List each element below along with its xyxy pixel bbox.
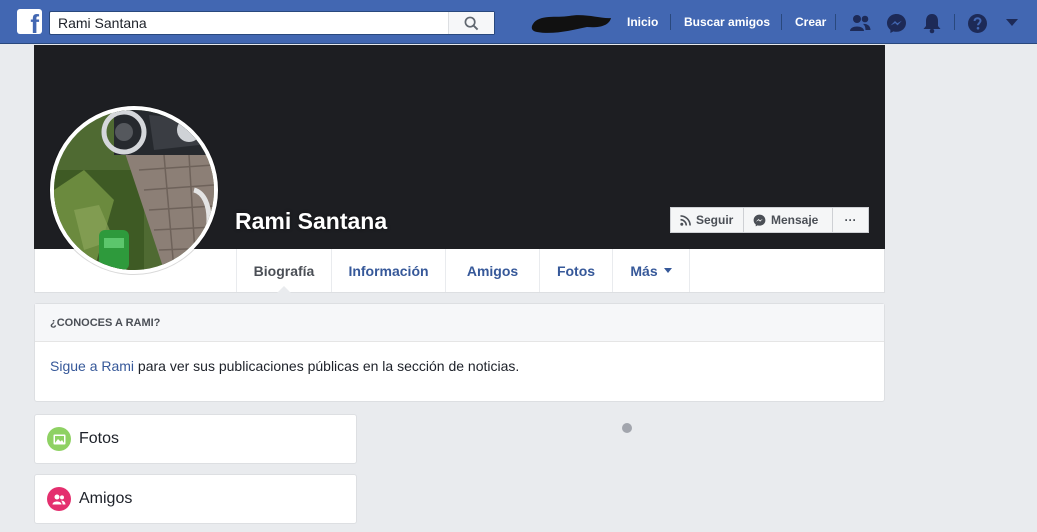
do-you-know-text: Sigue a Rami para ver sus publicaciones … (35, 342, 884, 374)
friends-icon (47, 487, 71, 511)
divider (954, 14, 955, 30)
messenger-icon (753, 214, 766, 226)
messenger-icon[interactable] (884, 11, 908, 35)
tab-timeline-label: Biografía (253, 262, 315, 279)
do-you-know-box: ¿CONOCES A RAMI? Sigue a Rami para ver s… (34, 303, 885, 402)
photos-card-label: Fotos (79, 430, 120, 447)
nav-find-friends-link[interactable]: Buscar amigos (684, 15, 770, 29)
friends-card-label: Amigos (79, 490, 133, 507)
divider (670, 14, 671, 30)
more-options-button[interactable]: ··· (833, 207, 869, 233)
tab-friends-label: Amigos (466, 262, 519, 279)
message-button-label: Mensaje (771, 213, 819, 227)
tab-friends[interactable]: Amigos (445, 249, 539, 292)
search-input[interactable] (50, 12, 450, 34)
nav-create-link[interactable]: Crear (795, 15, 826, 29)
divider (781, 14, 782, 30)
tab-more[interactable]: Más (612, 249, 690, 292)
profile-actions: Seguir Mensaje ··· (670, 207, 869, 233)
search-button[interactable] (448, 12, 494, 34)
redacted-user-name[interactable] (529, 10, 613, 38)
tab-about[interactable]: Información (331, 249, 445, 292)
active-tab-caret (277, 286, 291, 293)
rss-icon (680, 214, 691, 226)
do-you-know-title: ¿CONOCES A RAMI? (35, 304, 884, 342)
tab-more-label: Más (630, 262, 658, 279)
help-icon[interactable] (965, 11, 989, 35)
photos-icon (47, 427, 71, 451)
tab-timeline[interactable]: Biografía (236, 249, 331, 293)
profile-photo-image (54, 110, 214, 270)
friends-card[interactable]: Amigos (34, 474, 357, 524)
loading-indicator (622, 423, 632, 433)
tab-about-label: Información (348, 262, 429, 279)
search-icon (464, 16, 479, 30)
more-options-label: ··· (844, 213, 857, 227)
follow-link[interactable]: Sigue a Rami (50, 358, 134, 374)
do-you-know-description: para ver sus publicaciones públicas en l… (134, 358, 520, 374)
follow-button[interactable]: Seguir (670, 207, 744, 233)
search-box (49, 11, 495, 35)
tab-photos-label: Fotos (556, 262, 596, 279)
chevron-down-icon (663, 268, 672, 273)
friend-requests-icon[interactable] (848, 11, 872, 35)
nav-home-link[interactable]: Inicio (627, 15, 658, 29)
message-button[interactable]: Mensaje (744, 207, 833, 233)
notifications-bell-icon[interactable] (920, 11, 944, 35)
tab-photos[interactable]: Fotos (539, 249, 612, 292)
photos-card[interactable]: Fotos (34, 414, 357, 464)
follow-button-label: Seguir (696, 213, 734, 227)
divider (835, 14, 836, 30)
profile-picture[interactable] (50, 106, 218, 274)
top-bar: f Inicio Buscar amigos Crear (0, 0, 1037, 44)
facebook-logo-icon[interactable]: f (17, 9, 42, 34)
account-menu-chevron-down-icon[interactable] (1000, 11, 1024, 35)
profile-name[interactable]: Rami Santana (235, 208, 387, 235)
